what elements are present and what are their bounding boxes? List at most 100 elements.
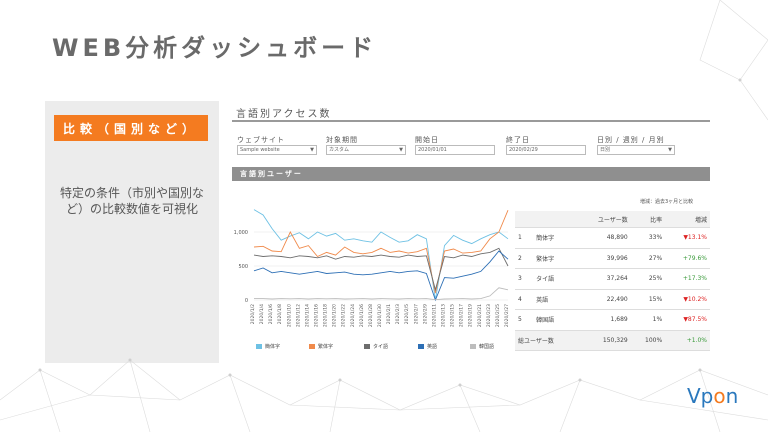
panel-header: 言語別ユーザー: [232, 167, 710, 181]
filter-label-website: ウェブサイト: [237, 136, 285, 144]
table-row: 1 簡体字 48,890 33% ▼13.1%: [515, 227, 710, 249]
legend-swatch: [309, 344, 315, 349]
table-row: 5 韓国語 1,689 1% ▼87.5%: [515, 309, 710, 331]
total-label: 総ユーザー数: [515, 330, 578, 351]
filter-label-period: 対象期間: [326, 136, 358, 144]
x-tick-label: 2020/1/22: [341, 304, 347, 327]
x-tick-label: 2020/2/19: [468, 304, 474, 327]
total-users: 150,329: [577, 330, 631, 351]
side-description: 特定の条件（市別や国別など）の比較数値を可視化: [59, 186, 204, 216]
row-language: 韓国語: [533, 309, 578, 331]
row-language: 繁体字: [533, 248, 578, 269]
x-tick-label: 2020/1/10: [286, 304, 292, 327]
row-users: 1,689: [577, 309, 631, 331]
legend-item[interactable]: 簡体字: [256, 343, 280, 350]
section-divider: [232, 120, 710, 122]
chevron-down-icon: ▼: [310, 147, 314, 153]
chevron-down-icon: ▼: [668, 147, 672, 153]
series-line: [253, 210, 509, 294]
comparison-badge: 比較（国別など）: [54, 115, 208, 141]
x-tick-label: 2020/2/3: [395, 304, 401, 324]
row-users: 37,264: [577, 268, 631, 290]
x-tick-label: 2020/1/20: [332, 304, 338, 327]
section-title: 言語別アクセス数: [236, 109, 332, 120]
language-table: ユーザー数 比率 増減 1 簡体字 48,890 33% ▼13.1% 2 繁体…: [515, 211, 710, 351]
table-row: 2 繁体字 39,996 27% +79.6%: [515, 248, 710, 269]
website-select[interactable]: Sample website ▼: [237, 145, 317, 155]
row-users: 48,890: [577, 227, 631, 249]
x-tick-label: 2020/2/23: [486, 304, 492, 327]
y-tick-label: 500: [238, 264, 248, 270]
row-rank: 4: [515, 289, 534, 310]
row-users: 39,996: [577, 248, 631, 269]
legend-swatch: [364, 344, 370, 349]
x-tick-label: 2020/2/1: [386, 304, 392, 324]
x-tick-label: 2020/2/25: [495, 304, 501, 327]
legend-label: 韓国語: [479, 344, 495, 350]
x-tick-label: 2020/1/6: [268, 304, 274, 324]
series-line: [253, 209, 509, 301]
start-date-input[interactable]: 2020/01/01: [415, 145, 495, 155]
x-tick-label: 2020/1/18: [323, 304, 329, 327]
x-tick-label: 2020/1/14: [304, 304, 310, 327]
table-header-ratio: 比率: [630, 211, 666, 228]
filter-label-end: 終了日: [506, 136, 530, 144]
x-tick-label: 2020/1/12: [295, 304, 301, 327]
row-ratio: 15%: [630, 289, 666, 310]
table-row: 4 英語 22,490 15% ▼10.2%: [515, 289, 710, 310]
series-line: [253, 247, 509, 292]
vpon-logo: Vpon: [687, 384, 739, 408]
period-select[interactable]: カスタム ▼: [326, 145, 406, 155]
row-rank: 5: [515, 309, 534, 331]
period-select-value: カスタム: [329, 147, 350, 153]
table-total-row: 総ユーザー数 150,329 100% +1.0%: [515, 330, 710, 351]
legend-swatch: [470, 344, 476, 349]
table-header-users: ユーザー数: [577, 211, 631, 228]
filter-label-granularity: 日別 / 週別 / 月別: [597, 136, 665, 144]
x-tick-label: 2020/2/9: [422, 304, 428, 324]
table-row: 3 タイ語 37,264 25% +17.3%: [515, 268, 710, 290]
row-change: ▼13.1%: [665, 227, 710, 249]
table-header-rank: [515, 211, 534, 228]
row-language: タイ語: [533, 268, 578, 290]
legend-item[interactable]: 繁体字: [309, 343, 333, 350]
x-tick-label: 2020/1/28: [368, 304, 374, 327]
x-tick-label: 2020/2/5: [404, 304, 410, 324]
y-tick-label: 1,000: [234, 230, 248, 236]
row-ratio: 1%: [630, 309, 666, 331]
chevron-down-icon: ▼: [399, 147, 403, 153]
legend-item[interactable]: 英語: [418, 343, 437, 350]
legend-label: 繁体字: [318, 344, 334, 350]
legend-label: 簡体字: [265, 344, 281, 350]
x-tick-label: 2020/1/30: [377, 304, 383, 327]
y-tick-label: 0: [245, 298, 248, 304]
row-rank: 2: [515, 248, 534, 269]
x-tick-label: 2020/2/27: [504, 304, 510, 327]
x-tick-label: 2020/1/4: [259, 304, 265, 324]
granularity-select-value: 日別: [600, 147, 611, 153]
row-language: 英語: [533, 289, 578, 310]
x-tick-label: 2020/1/8: [277, 304, 283, 324]
x-tick-label: 2020/2/11: [431, 304, 437, 327]
row-ratio: 33%: [630, 227, 666, 249]
row-change: +79.6%: [665, 248, 710, 269]
table-header-lang: [533, 211, 578, 228]
table-header-row: ユーザー数 比率 増減: [515, 211, 710, 228]
x-tick-label: 2020/1/24: [350, 304, 356, 327]
x-tick-label: 2020/2/15: [450, 304, 456, 327]
x-tick-label: 2020/2/13: [441, 304, 447, 327]
table-header-change: 増減: [665, 211, 710, 228]
x-tick-label: 2020/2/7: [413, 304, 419, 324]
website-select-value: Sample website: [240, 147, 280, 153]
start-date-value: 2020/01/01: [418, 147, 447, 153]
granularity-select[interactable]: 日別 ▼: [597, 145, 675, 155]
legend-item[interactable]: 韓国語: [470, 343, 494, 350]
row-ratio: 25%: [630, 268, 666, 290]
x-tick-label: 2020/1/2: [250, 304, 256, 324]
legend-item[interactable]: タイ語: [364, 343, 388, 350]
x-tick-label: 2020/1/26: [359, 304, 365, 327]
end-date-input[interactable]: 2020/02/29: [506, 145, 586, 155]
legend-label: 英語: [427, 344, 438, 350]
row-rank: 3: [515, 268, 534, 290]
row-change: +17.3%: [665, 268, 710, 290]
